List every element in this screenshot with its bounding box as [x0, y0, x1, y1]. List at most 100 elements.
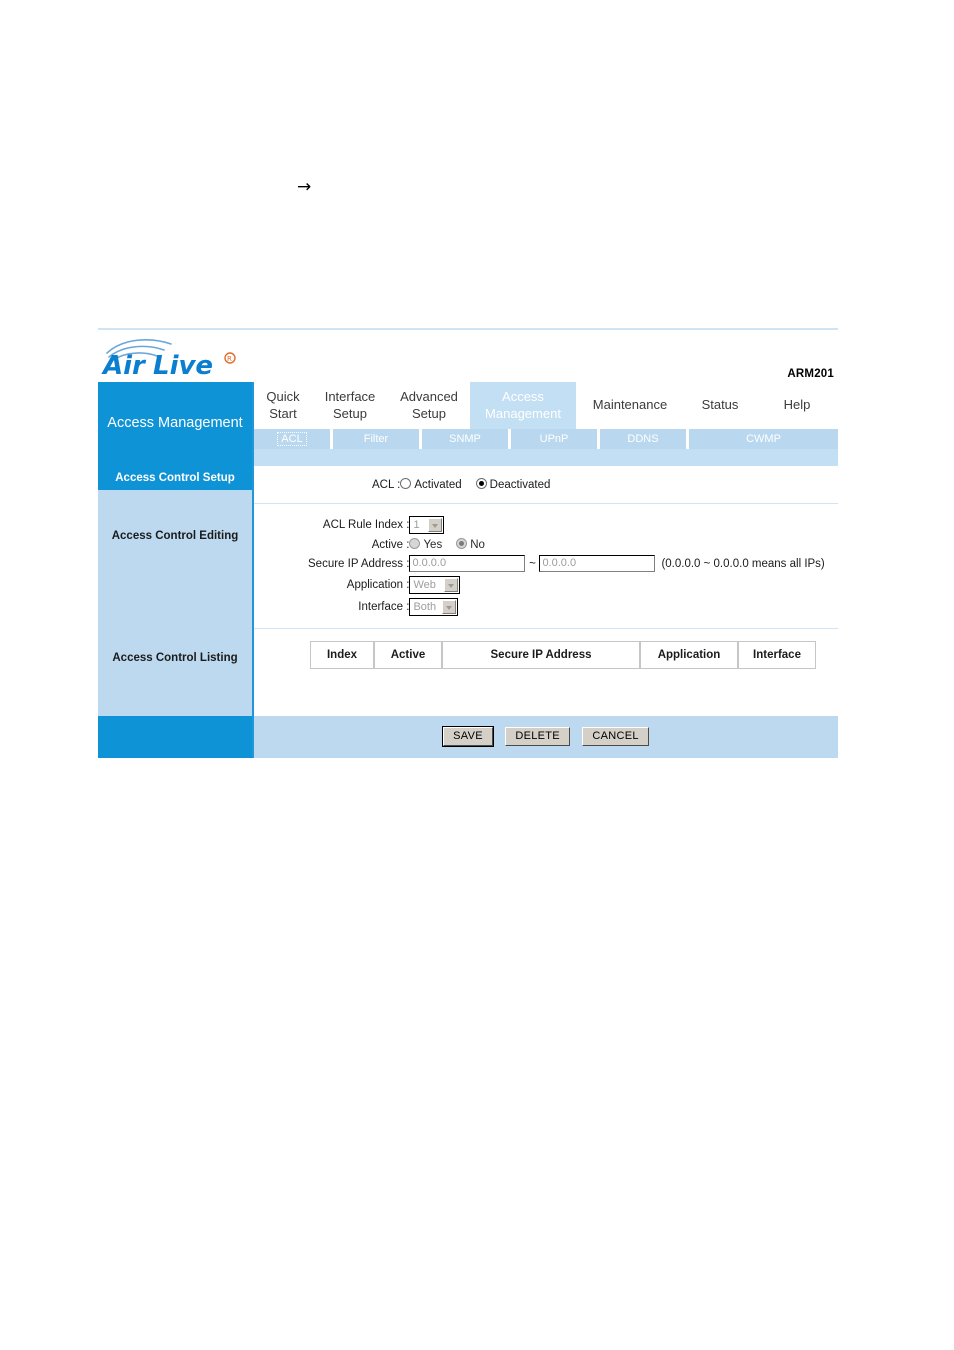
subtab-filter-label: Filter: [363, 433, 389, 445]
acl-active-yes-radio[interactable]: [409, 538, 421, 549]
subtab-upnp[interactable]: UPnP: [511, 429, 597, 449]
acl-rule-index-row: ACL Rule Index : 1: [308, 514, 825, 536]
tab-maintenance[interactable]: Maintenance: [576, 382, 684, 429]
subtab-ddns[interactable]: DDNS: [600, 429, 686, 449]
sidebar-spacer-a: [98, 490, 252, 524]
acl-active-label: Active :: [371, 538, 410, 551]
footer-action-bar: SAVE DELETE CANCEL: [252, 716, 838, 758]
subtab-cwmp-label: CWMP: [746, 433, 781, 445]
acl-secure-ip-from-cell: 0.0.0.0: [409, 553, 526, 574]
access-control-editing-block: ACL Rule Index : 1 Active : Yes No Secur…: [254, 504, 838, 628]
secure-ip-hint: (0.0.0.0 ~ 0.0.0.0 means all IPs): [661, 557, 825, 570]
sidebar-item-access-control-editing[interactable]: Access Control Editing: [98, 524, 252, 548]
section-title: Access Management: [98, 382, 252, 466]
secure-ip-to-input[interactable]: 0.0.0.0: [539, 555, 656, 572]
subtab-snmp[interactable]: SNMP: [422, 429, 508, 449]
access-control-listing-block: Index Active Secure IP Address Applicati…: [254, 628, 838, 681]
subtab-cwmp[interactable]: CWMP: [689, 429, 838, 449]
content-pane: ACL : Activated Deactivated ACL Rule Inde…: [252, 466, 838, 716]
acl-application-cell: Web: [409, 574, 824, 596]
acl-application-select[interactable]: Web: [409, 576, 461, 594]
acl-active-cell: Yes No: [409, 536, 824, 553]
tab-advanced-setup[interactable]: Advanced Setup: [388, 382, 470, 429]
footer-row: SAVE DELETE CANCEL: [98, 716, 838, 758]
acl-secure-ip-label: Secure IP Address :: [308, 557, 410, 570]
access-control-setup-block: ACL : Activated Deactivated: [254, 466, 838, 504]
acl-secure-ip-row: Secure IP Address : 0.0.0.0 ~ 0.0.0.0 (0.…: [308, 553, 825, 574]
acl-activated-radio[interactable]: [400, 478, 412, 489]
subtab-filter[interactable]: Filter: [333, 429, 419, 449]
tab-status[interactable]: Status: [684, 382, 756, 429]
acl-application-value: Web: [413, 579, 436, 591]
sidebar-item-access-control-setup[interactable]: Access Control Setup: [98, 466, 252, 490]
listing-col-interface: Interface: [738, 641, 816, 669]
svg-text:Live: Live: [153, 351, 213, 380]
listing-col-index: Index: [310, 641, 374, 669]
tab-access-management[interactable]: Access Management: [470, 382, 576, 429]
footer-sidebar-block: [98, 716, 252, 758]
acl-active-yes-label: Yes: [423, 539, 443, 551]
acl-enable-row: ACL : Activated Deactivated: [372, 476, 564, 493]
chevron-down-icon: [428, 518, 443, 532]
acl-label: ACL :: [372, 478, 401, 491]
tab-quick-start[interactable]: Quick Start: [254, 382, 312, 429]
acl-interface-row: Interface : Both: [308, 596, 825, 618]
access-control-listing-table: Index Active Secure IP Address Applicati…: [310, 641, 816, 669]
acl-rule-index-select[interactable]: 1: [409, 516, 445, 534]
subtab-acl[interactable]: ACL: [254, 429, 330, 449]
delete-button[interactable]: DELETE: [505, 727, 570, 746]
listing-header-row: Index Active Secure IP Address Applicati…: [310, 641, 816, 669]
body-row: Access Control Setup Access Control Edit…: [98, 466, 838, 716]
listing-header: Index Active Secure IP Address Applicati…: [310, 641, 816, 669]
acl-application-label: Application :: [346, 579, 410, 591]
listing-col-application: Application: [640, 641, 738, 669]
sidebar-spacer-c: [98, 670, 252, 716]
range-separator: ~: [529, 557, 536, 570]
acl-deactivated-label: Deactivated: [489, 479, 551, 491]
listing-col-active: Active: [374, 641, 442, 669]
acl-active-no-label: No: [470, 539, 485, 551]
secure-ip-from-input[interactable]: 0.0.0.0: [409, 555, 526, 572]
acl-radio-cell: Activated Deactivated: [400, 476, 564, 493]
acl-secure-ip-separator-cell: ~: [525, 553, 539, 574]
acl-application-row: Application : Web: [308, 574, 825, 596]
acl-activated-label: Activated: [414, 479, 462, 491]
save-button[interactable]: SAVE: [442, 726, 494, 747]
acl-rule-index-value: 1: [413, 519, 420, 531]
chevron-down-icon: [444, 578, 459, 592]
navigation-row: Access Management Quick Start Interface …: [98, 382, 838, 466]
acl-setup-form: ACL : Activated Deactivated: [372, 476, 564, 493]
acl-interface-select[interactable]: Both: [409, 598, 459, 616]
sidebar-item-access-control-listing[interactable]: Access Control Listing: [98, 646, 252, 670]
sidebar-spacer-b: [98, 548, 252, 646]
subtab-snmp-label: SNMP: [449, 433, 481, 445]
svg-text:Air: Air: [101, 351, 147, 380]
nav-right: Quick Start Interface Setup Advanced Set…: [252, 382, 838, 466]
acl-rule-index-label: ACL Rule Index :: [322, 519, 410, 531]
acl-active-row: Active : Yes No: [308, 536, 825, 553]
acl-secure-ip-to-cell: 0.0.0.0 (0.0.0.0 ~ 0.0.0.0 means all IPs): [539, 553, 825, 574]
subtab-acl-label: ACL: [277, 432, 307, 446]
acl-editing-form: ACL Rule Index : 1 Active : Yes No Secur…: [308, 514, 825, 618]
acl-active-no-radio[interactable]: [456, 538, 468, 549]
subtab-upnp-label: UPnP: [539, 433, 569, 445]
main-tab-bar: Quick Start Interface Setup Advanced Set…: [254, 382, 838, 429]
tab-help[interactable]: Help: [756, 382, 838, 429]
acl-interface-label: Interface :: [358, 601, 410, 613]
acl-interface-value: Both: [413, 601, 437, 613]
subtab-ddns-label: DDNS: [627, 433, 659, 445]
router-admin-screenshot: Air Live R ARM201 Access Management Quic…: [98, 328, 838, 758]
svg-text:R: R: [227, 355, 232, 363]
tab-interface-setup[interactable]: Interface Setup: [312, 382, 388, 429]
chevron-down-icon: [442, 600, 457, 614]
sub-tab-bar: ACL Filter SNMP UPnP DDNS CWMP: [254, 429, 838, 449]
listing-col-secure-ip: Secure IP Address: [442, 641, 640, 669]
subtab-filler-band: [254, 449, 838, 466]
sidebar: Access Control Setup Access Control Edit…: [98, 466, 252, 716]
model-identifier: ARM201: [787, 368, 834, 380]
ui-header: Air Live R ARM201: [98, 330, 838, 382]
acl-interface-cell: Both: [409, 596, 824, 618]
cancel-button[interactable]: CANCEL: [582, 727, 649, 746]
acl-rule-index-cell: 1: [409, 514, 824, 536]
acl-deactivated-radio[interactable]: [475, 478, 487, 489]
